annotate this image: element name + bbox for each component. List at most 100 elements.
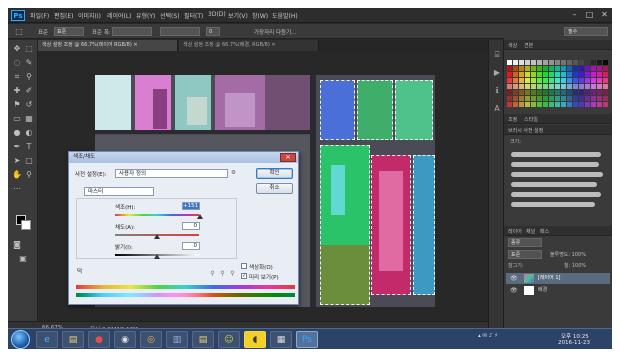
eyedropper-plus-icon[interactable]: ⚲ — [219, 270, 226, 277]
hue-slider[interactable] — [115, 214, 199, 216]
color-swatch[interactable] — [603, 60, 608, 65]
color-swatch[interactable] — [561, 66, 566, 71]
lightness-slider-thumb[interactable] — [154, 254, 160, 259]
tab-active-document[interactable]: 색상 설정 조정 @ 66.7%(레이어 RGB/8) ✕ — [38, 40, 178, 51]
folder-icon[interactable]: ▤ — [192, 331, 214, 348]
eyedropper-minus-icon[interactable]: ⚲ — [229, 270, 236, 277]
color-swatch[interactable] — [567, 60, 572, 65]
color-swatch[interactable] — [537, 90, 542, 95]
color-swatch[interactable] — [585, 84, 590, 89]
menu-edit[interactable]: 편집(E) — [54, 11, 74, 20]
menu-window[interactable]: 창(W) — [252, 11, 268, 20]
shape-tool-icon[interactable]: ▢ — [24, 156, 34, 166]
color-swatch[interactable] — [513, 72, 518, 77]
folder-icon[interactable]: ▤ — [62, 331, 84, 348]
color-swatch[interactable] — [561, 102, 566, 107]
color-swatch[interactable] — [579, 66, 584, 71]
color-swatch[interactable] — [549, 96, 554, 101]
color-swatch[interactable] — [507, 96, 512, 101]
color-swatch[interactable] — [597, 60, 602, 65]
style-select[interactable]: 표준 — [54, 27, 84, 36]
color-swatch[interactable] — [519, 78, 524, 83]
color-swatch[interactable] — [597, 72, 602, 77]
color-swatch[interactable] — [555, 102, 560, 107]
color-swatch[interactable] — [531, 60, 536, 65]
color-swatch[interactable] — [597, 96, 602, 101]
ok-button[interactable]: 확인 — [256, 168, 293, 179]
refine-edge-button[interactable]: 가장자리 다듬기... — [254, 28, 296, 36]
color-swatch[interactable] — [591, 78, 596, 83]
menu-image[interactable]: 이미지(I) — [78, 11, 101, 20]
color-swatch[interactable] — [591, 84, 596, 89]
eraser-tool-icon[interactable]: ▭ — [12, 114, 22, 124]
app-icon[interactable]: ☺ — [218, 331, 240, 348]
color-swatch[interactable] — [507, 72, 512, 77]
menu-select[interactable]: 선택(S) — [160, 11, 180, 20]
extras-icon[interactable]: ⋯ — [12, 184, 22, 194]
tab-brush-presets[interactable]: 브러시 사전 설정 — [508, 127, 543, 134]
hand-adjust-icon[interactable]: 덕 — [77, 267, 82, 275]
menu-3d[interactable]: 3D(D) — [208, 11, 226, 18]
menu-type[interactable]: 유형(Y) — [136, 11, 155, 20]
quick-select-icon[interactable]: ✎ — [24, 58, 34, 68]
lightness-input[interactable]: 0 — [182, 242, 200, 250]
color-swatch[interactable] — [585, 66, 590, 71]
color-swatch[interactable] — [519, 90, 524, 95]
brush-preset[interactable] — [511, 172, 603, 177]
color-swatch[interactable] — [537, 66, 542, 71]
eyedropper-icon[interactable]: ⚲ — [24, 72, 34, 82]
color-swatch[interactable] — [597, 102, 602, 107]
tab-layers[interactable]: 레이어 — [508, 228, 522, 235]
color-swatch[interactable] — [555, 84, 560, 89]
color-swatch[interactable] — [513, 96, 518, 101]
dialog-close-button[interactable]: ✕ — [280, 153, 296, 162]
color-swatch[interactable] — [591, 102, 596, 107]
color-swatch[interactable] — [513, 60, 518, 65]
menu-file[interactable]: 파일(F) — [30, 11, 49, 20]
clone-stamp-icon[interactable]: ⚑ — [12, 100, 22, 110]
color-swatch[interactable] — [561, 72, 566, 77]
color-swatch[interactable] — [531, 84, 536, 89]
color-swatch[interactable] — [525, 96, 530, 101]
cancel-button[interactable]: 취소 — [256, 183, 293, 194]
color-swatch[interactable] — [537, 102, 542, 107]
chrome-icon[interactable]: ◎ — [140, 331, 162, 348]
blend-mode-select[interactable]: 표준 — [508, 250, 542, 259]
opacity-label[interactable]: 불투명도: 100% — [550, 251, 586, 258]
saturation-slider-thumb[interactable] — [154, 234, 160, 239]
app-icon[interactable]: ▥ — [166, 331, 188, 348]
color-swatch[interactable] — [591, 72, 596, 77]
color-swatch[interactable] — [543, 66, 548, 71]
color-swatch[interactable] — [603, 84, 608, 89]
color-swatch[interactable] — [519, 84, 524, 89]
color-swatch[interactable] — [585, 60, 590, 65]
fill-label[interactable]: 칠: 100% — [564, 262, 586, 269]
color-swatch[interactable] — [603, 90, 608, 95]
tab-adjustments[interactable]: 조정 — [508, 116, 517, 123]
color-swatch[interactable] — [573, 72, 578, 77]
tab-paths[interactable]: 패스 — [540, 228, 549, 235]
app-icon[interactable]: ◉ — [114, 331, 136, 348]
brush-preset[interactable] — [511, 152, 601, 157]
color-swatch[interactable] — [591, 60, 596, 65]
color-swatch[interactable] — [513, 66, 518, 71]
healing-brush-icon[interactable]: ✚ — [12, 86, 22, 96]
color-swatch[interactable] — [525, 78, 530, 83]
color-swatch[interactable] — [561, 96, 566, 101]
color-swatch[interactable] — [603, 96, 608, 101]
color-swatch[interactable] — [573, 60, 578, 65]
colorize-checkbox[interactable] — [241, 263, 247, 269]
close-window-button[interactable]: ✕ — [598, 9, 611, 20]
zoom-tool-icon[interactable]: ⚲ — [24, 170, 34, 180]
start-button[interactable] — [11, 330, 30, 349]
color-swatch[interactable] — [531, 96, 536, 101]
color-swatch[interactable] — [555, 78, 560, 83]
color-swatch[interactable] — [513, 102, 518, 107]
preset-select[interactable]: 사용자 정의 — [115, 169, 228, 178]
color-swatch[interactable] — [555, 72, 560, 77]
saturation-input[interactable]: 0 — [182, 222, 200, 230]
color-swatch[interactable] — [543, 72, 548, 77]
color-swatch[interactable] — [567, 96, 572, 101]
move-tool-icon[interactable]: ✥ — [12, 44, 22, 54]
color-swatch[interactable] — [513, 90, 518, 95]
